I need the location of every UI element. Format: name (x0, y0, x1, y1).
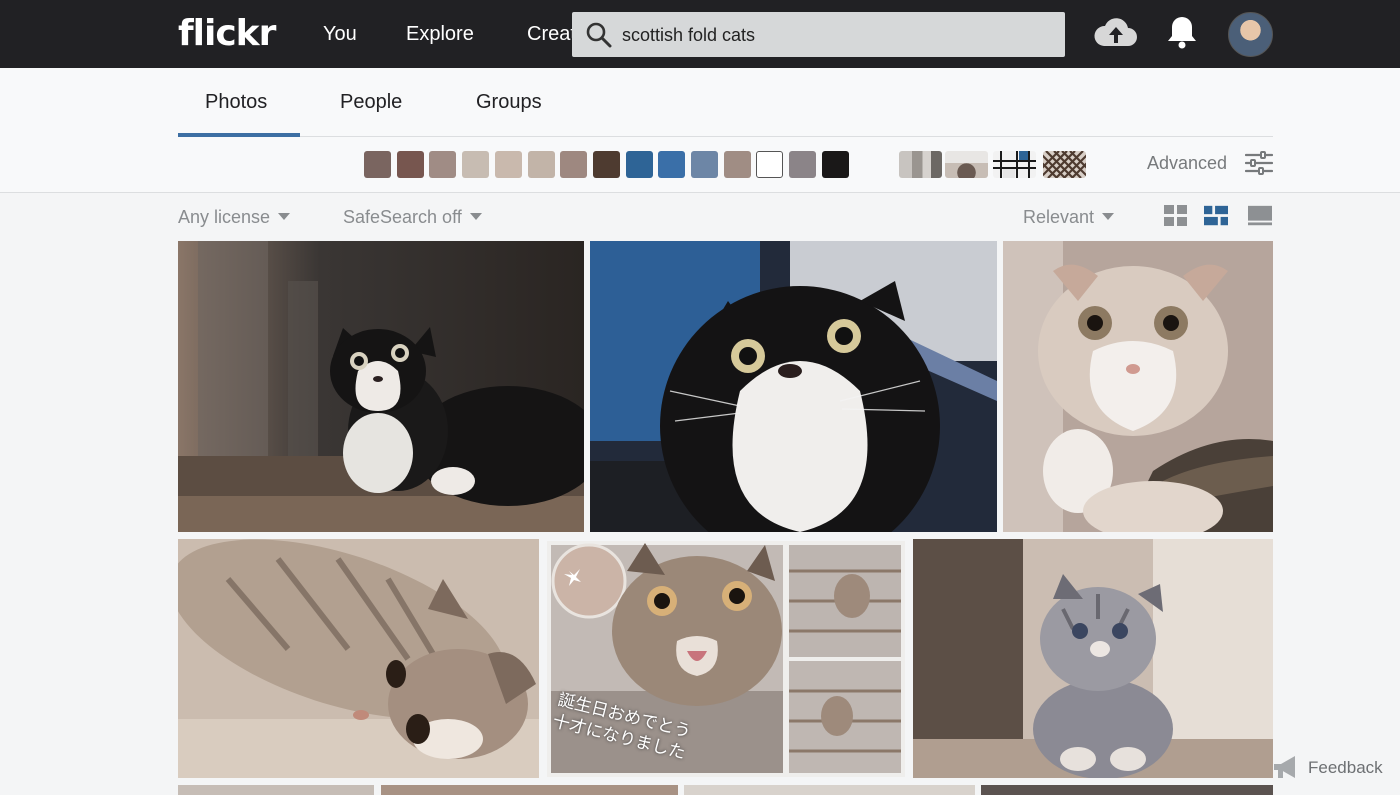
color-swatch[interactable] (691, 151, 718, 178)
color-swatch[interactable] (560, 151, 587, 178)
color-swatch[interactable] (626, 151, 653, 178)
photo-row3-2[interactable] (381, 785, 678, 795)
flickr-logo[interactable]: flickr (178, 10, 276, 58)
sort-label: Relevant (1023, 207, 1095, 227)
nav-you[interactable]: You (323, 22, 357, 46)
tab-photos[interactable]: Photos (205, 90, 267, 114)
color-swatch[interactable] (756, 151, 783, 178)
avatar[interactable] (1228, 12, 1273, 57)
grid-detail-icon[interactable] (1248, 205, 1272, 227)
color-swatch[interactable] (397, 151, 424, 178)
grid-small-icon[interactable] (1164, 205, 1188, 227)
black-and-white-icon[interactable] (899, 151, 942, 178)
nav-explore[interactable]: Explore (406, 22, 474, 46)
license-label: Any license (178, 207, 271, 227)
color-swatch[interactable] (528, 151, 555, 178)
shallow-depth-icon[interactable] (945, 151, 988, 178)
color-swatch[interactable] (462, 151, 489, 178)
photo-tabby-kitten-sitting[interactable] (913, 539, 1273, 778)
safesearch-dropdown[interactable]: SafeSearch off (343, 206, 482, 228)
photo-cream-fold-kitten[interactable] (1003, 241, 1273, 532)
photo-tabby-lying-down[interactable] (178, 539, 539, 778)
grid-justified-icon[interactable] (1204, 205, 1228, 227)
search-input[interactable] (622, 21, 1042, 49)
photo-row3-1[interactable] (178, 785, 374, 795)
advanced-search-link[interactable]: Advanced (1147, 152, 1227, 174)
tab-groups[interactable]: Groups (476, 90, 542, 114)
photo-row3-3[interactable] (684, 785, 975, 795)
bell-icon[interactable] (1166, 14, 1198, 50)
search-icon (586, 22, 612, 48)
patterns-icon[interactable] (1043, 151, 1086, 178)
sort-dropdown[interactable]: Relevant (1023, 206, 1115, 228)
top-nav-bar: flickr You Explore Create (0, 0, 1400, 68)
feedback-label: Feedback (1308, 758, 1383, 777)
megaphone-icon (1274, 756, 1295, 778)
license-dropdown[interactable]: Any license (178, 206, 291, 228)
tab-divider (178, 136, 1273, 137)
minimalist-icon[interactable] (993, 151, 1036, 178)
color-swatch[interactable] (789, 151, 816, 178)
color-swatch[interactable] (495, 151, 522, 178)
photo-row3-4[interactable] (981, 785, 1273, 795)
color-swatch[interactable] (593, 151, 620, 178)
photo-birthday-collage[interactable]: 誕生日おめでとう 十才になりました (547, 541, 905, 777)
safesearch-label: SafeSearch off (343, 207, 462, 227)
photo-tuxedo-cat-hallway[interactable] (178, 241, 584, 532)
tab-people[interactable]: People (340, 90, 402, 114)
active-tab-indicator (178, 133, 300, 137)
photo-tuxedo-cat-closeup[interactable] (590, 241, 997, 532)
chevron-down-icon (1102, 213, 1115, 220)
color-swatch[interactable] (364, 151, 391, 178)
upload-icon[interactable] (1094, 16, 1138, 50)
color-swatch[interactable] (429, 151, 456, 178)
sliders-icon[interactable] (1245, 151, 1273, 175)
chevron-down-icon (278, 213, 291, 220)
chevron-down-icon (469, 213, 482, 220)
color-swatch[interactable] (724, 151, 751, 178)
color-swatch[interactable] (658, 151, 685, 178)
color-swatch[interactable] (822, 151, 849, 178)
search-box[interactable] (572, 12, 1065, 57)
search-subheader: Photos People Groups Advanced (0, 68, 1400, 193)
feedback-button[interactable]: Feedback (1270, 752, 1400, 784)
